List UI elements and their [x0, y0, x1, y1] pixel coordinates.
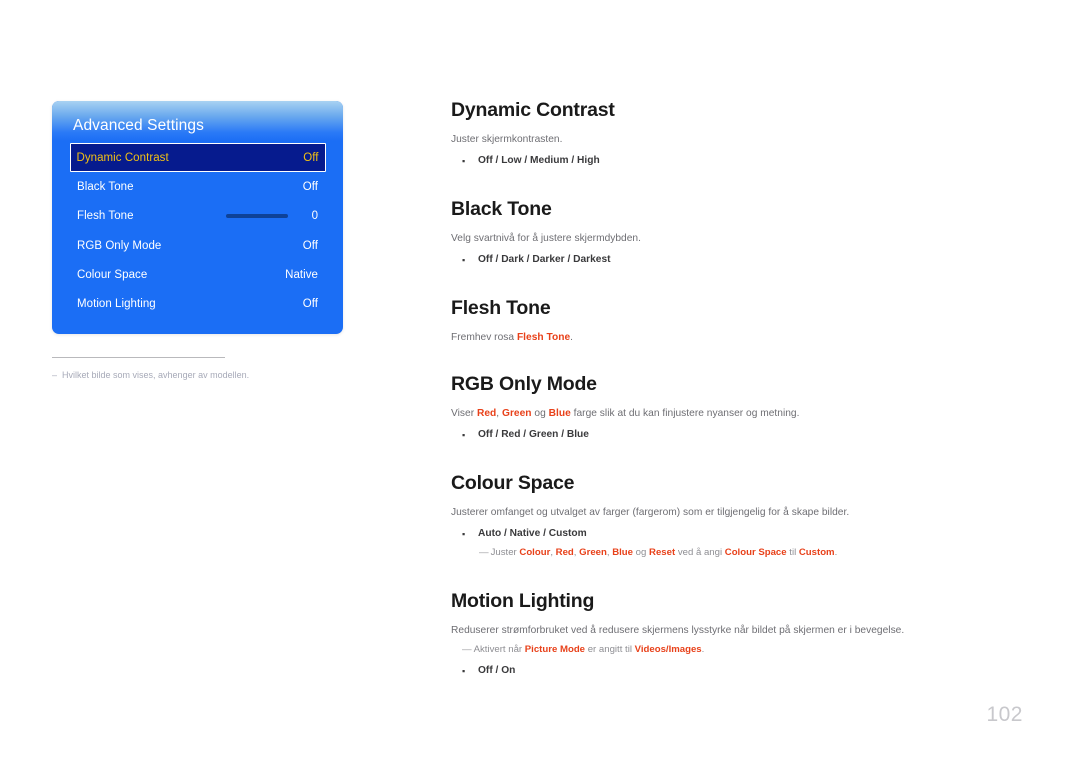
note-part: til: [786, 547, 799, 558]
option-values: Auto / Native / Custom: [478, 528, 587, 539]
option-values: Off / Red / Green / Blue: [478, 429, 589, 440]
osd-slider[interactable]: 0: [226, 210, 318, 222]
section-heading: Colour Space: [451, 472, 575, 494]
note-part: er angitt til: [585, 644, 635, 655]
note-keyword: Colour Space: [724, 547, 787, 558]
osd-row-label: Dynamic Contrast: [76, 151, 169, 164]
note-part: .: [834, 547, 838, 558]
desc-part: og: [531, 408, 549, 419]
section-heading: Motion Lighting: [451, 590, 595, 612]
osd-row-black-tone[interactable]: Black Tone Off: [71, 172, 324, 201]
option-values: Off / Low / Medium / High: [478, 155, 600, 166]
section-description: Juster skjermkontrasten.: [451, 134, 563, 145]
note-part: og: [633, 547, 650, 558]
desc-part: Fremhev rosa: [451, 332, 517, 343]
option-bullet: ▪ Off / Low / Medium / High: [451, 153, 921, 169]
option-bullet: ▪ Off / Dark / Darker / Darkest: [451, 252, 921, 268]
osd-row-value: Native: [285, 268, 318, 281]
osd-row-flesh-tone[interactable]: Flesh Tone 0: [71, 202, 324, 231]
section-description: Justerer omfanget og utvalget av farger …: [451, 507, 850, 518]
note-dash-icon: ―: [479, 547, 489, 558]
osd-row-value: Off: [302, 180, 318, 193]
note-part: ved å angi: [675, 547, 725, 558]
osd-menu-panel: Advanced Settings Dynamic Contrast Off B…: [52, 101, 343, 334]
desc-keyword: Flesh Tone: [516, 332, 571, 343]
option-bullet: ▪ Off / Red / Green / Blue: [451, 427, 921, 443]
osd-row-motion-lighting[interactable]: Motion Lighting Off: [71, 289, 324, 318]
section-heading: Black Tone: [451, 198, 552, 220]
osd-slider-value: 0: [311, 210, 318, 223]
osd-row-label: RGB Only Mode: [77, 239, 162, 252]
note-part: .: [701, 644, 705, 655]
option-values: Off / Dark / Darker / Darkest: [478, 254, 611, 265]
note-keyword: Videos/Images: [634, 644, 702, 655]
bullet-dot-icon: ▪: [462, 666, 466, 676]
section-heading: Dynamic Contrast: [451, 99, 615, 121]
section-description: Fremhev rosa Flesh Tone.: [451, 330, 921, 346]
footnote: – Hvilket bilde som vises, avhenger av m…: [52, 368, 352, 382]
note-text: Juster Colour, Red, Green, Blue og Reset…: [491, 545, 838, 561]
note-keyword: Green: [579, 547, 607, 558]
footnote-divider: [52, 357, 225, 358]
osd-slider-track[interactable]: [226, 214, 288, 219]
note-keyword: Reset: [649, 547, 676, 558]
section-heading: Flesh Tone: [451, 297, 551, 319]
option-values: Off / On: [478, 665, 516, 676]
osd-row-value: Off: [302, 239, 318, 252]
desc-part: Viser: [451, 408, 477, 419]
bullet-dot-icon: ▪: [462, 529, 466, 539]
osd-row-value: Off: [303, 151, 319, 164]
desc-keyword: Red: [476, 408, 497, 419]
osd-row-label: Colour Space: [77, 268, 148, 281]
section-black-tone: Black Tone Velg svartnivå for å justere …: [451, 196, 921, 268]
osd-row-label: Motion Lighting: [77, 298, 156, 311]
note-keyword: Red: [555, 547, 574, 558]
osd-row-rgb-only-mode[interactable]: RGB Only Mode Off: [71, 231, 324, 260]
desc-part: farge slik at du kan finjustere nyanser …: [570, 408, 800, 419]
section-description: Velg svartnivå for å justere skjermdybde…: [451, 233, 641, 244]
section-rgb-only-mode: RGB Only Mode Viser Red, Green og Blue f…: [451, 371, 921, 443]
section-description: Reduserer strømforbruket ved å redusere …: [451, 625, 905, 636]
osd-row-colour-space[interactable]: Colour Space Native: [71, 260, 324, 289]
desc-keyword: Blue: [548, 408, 571, 419]
option-bullet: ▪ Off / On: [451, 663, 921, 679]
osd-row-value: Off: [302, 298, 318, 311]
footnote-text: Hvilket bilde som vises, avhenger av mod…: [62, 370, 250, 380]
section-motion-lighting: Motion Lighting Reduserer strømforbruket…: [451, 588, 921, 679]
note-keyword: Custom: [798, 547, 835, 558]
bullet-dot-icon: ▪: [462, 255, 466, 265]
note-keyword: Picture Mode: [524, 644, 586, 655]
note-part: Aktivert når: [473, 644, 525, 655]
option-bullet: ▪ Auto / Native / Custom: [451, 526, 921, 542]
page-number: 102: [986, 703, 1023, 726]
osd-menu-list: Dynamic Contrast Off Black Tone Off Fles…: [52, 143, 343, 319]
desc-part: .: [570, 332, 574, 343]
osd-menu-title: Advanced Settings: [73, 117, 204, 134]
section-note: ― Juster Colour, Red, Green, Blue og Res…: [451, 545, 921, 561]
section-heading: RGB Only Mode: [451, 373, 597, 395]
bullet-dot-icon: ▪: [462, 430, 466, 440]
note-keyword: Blue: [612, 547, 633, 558]
desc-keyword: Green: [502, 408, 532, 419]
note-text: Aktivert når Picture Mode er angitt til …: [474, 642, 705, 658]
osd-row-label: Flesh Tone: [77, 210, 134, 223]
bullet-dot-icon: ▪: [462, 156, 466, 166]
note-dash-icon: ―: [462, 644, 472, 655]
section-colour-space: Colour Space Justerer omfanget og utvalg…: [451, 470, 921, 561]
note-keyword: Colour: [519, 547, 551, 558]
section-description: Viser Red, Green og Blue farge slik at d…: [451, 406, 921, 422]
osd-row-dynamic-contrast[interactable]: Dynamic Contrast Off: [69, 143, 326, 173]
footnote-dash-icon: –: [52, 370, 58, 380]
note-part: Juster: [490, 547, 520, 558]
osd-row-label: Black Tone: [77, 180, 134, 193]
section-note: ― Aktivert når Picture Mode er angitt ti…: [451, 642, 921, 658]
section-flesh-tone: Flesh Tone Fremhev rosa Flesh Tone.: [451, 295, 921, 346]
section-dynamic-contrast: Dynamic Contrast Juster skjermkontrasten…: [451, 97, 921, 169]
document-content: Dynamic Contrast Juster skjermkontrasten…: [451, 97, 921, 679]
